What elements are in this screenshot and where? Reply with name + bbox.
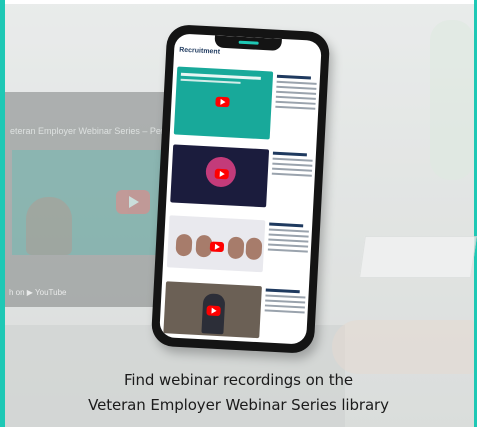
- phone-page-header: Recruitment: [179, 46, 221, 56]
- phone-notch: [214, 35, 282, 51]
- caption-line-1: Find webinar recordings on the: [123, 371, 354, 389]
- video-thumbnail[interactable]: [163, 281, 262, 339]
- video-description: [271, 151, 313, 180]
- phone-screen: Recruitment: [159, 33, 322, 345]
- caption-line-2: Veteran Employer Webinar Series library: [88, 396, 389, 414]
- video-description: [267, 222, 310, 256]
- youtube-play-icon[interactable]: [206, 305, 221, 317]
- youtube-play-icon[interactable]: [215, 96, 230, 108]
- video-thumbnail[interactable]: [173, 66, 274, 140]
- panelist: [227, 236, 245, 260]
- phone-mockup: Recruitment: [150, 23, 331, 355]
- panelist: [245, 237, 263, 261]
- panelist: [175, 233, 193, 257]
- thumbnail-subtitle-bar: [180, 78, 241, 84]
- video-thumbnail[interactable]: [170, 144, 270, 208]
- promo-canvas: eteran Employer Webinar Series – Perfe h…: [0, 0, 477, 427]
- video-description: [264, 288, 306, 316]
- video-thumbnail[interactable]: [166, 215, 266, 273]
- video-description: [275, 74, 317, 113]
- youtube-play-icon[interactable]: [214, 168, 230, 180]
- youtube-play-icon[interactable]: [209, 241, 225, 253]
